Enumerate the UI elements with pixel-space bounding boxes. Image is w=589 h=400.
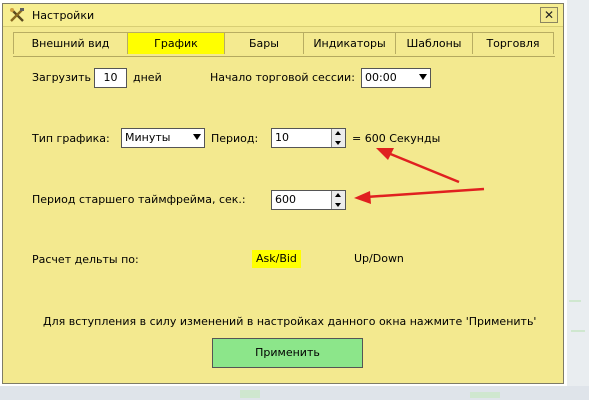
annotation-arrow (376, 148, 460, 184)
annotation-arrow (354, 187, 485, 204)
annotation-arrows (354, 148, 485, 204)
